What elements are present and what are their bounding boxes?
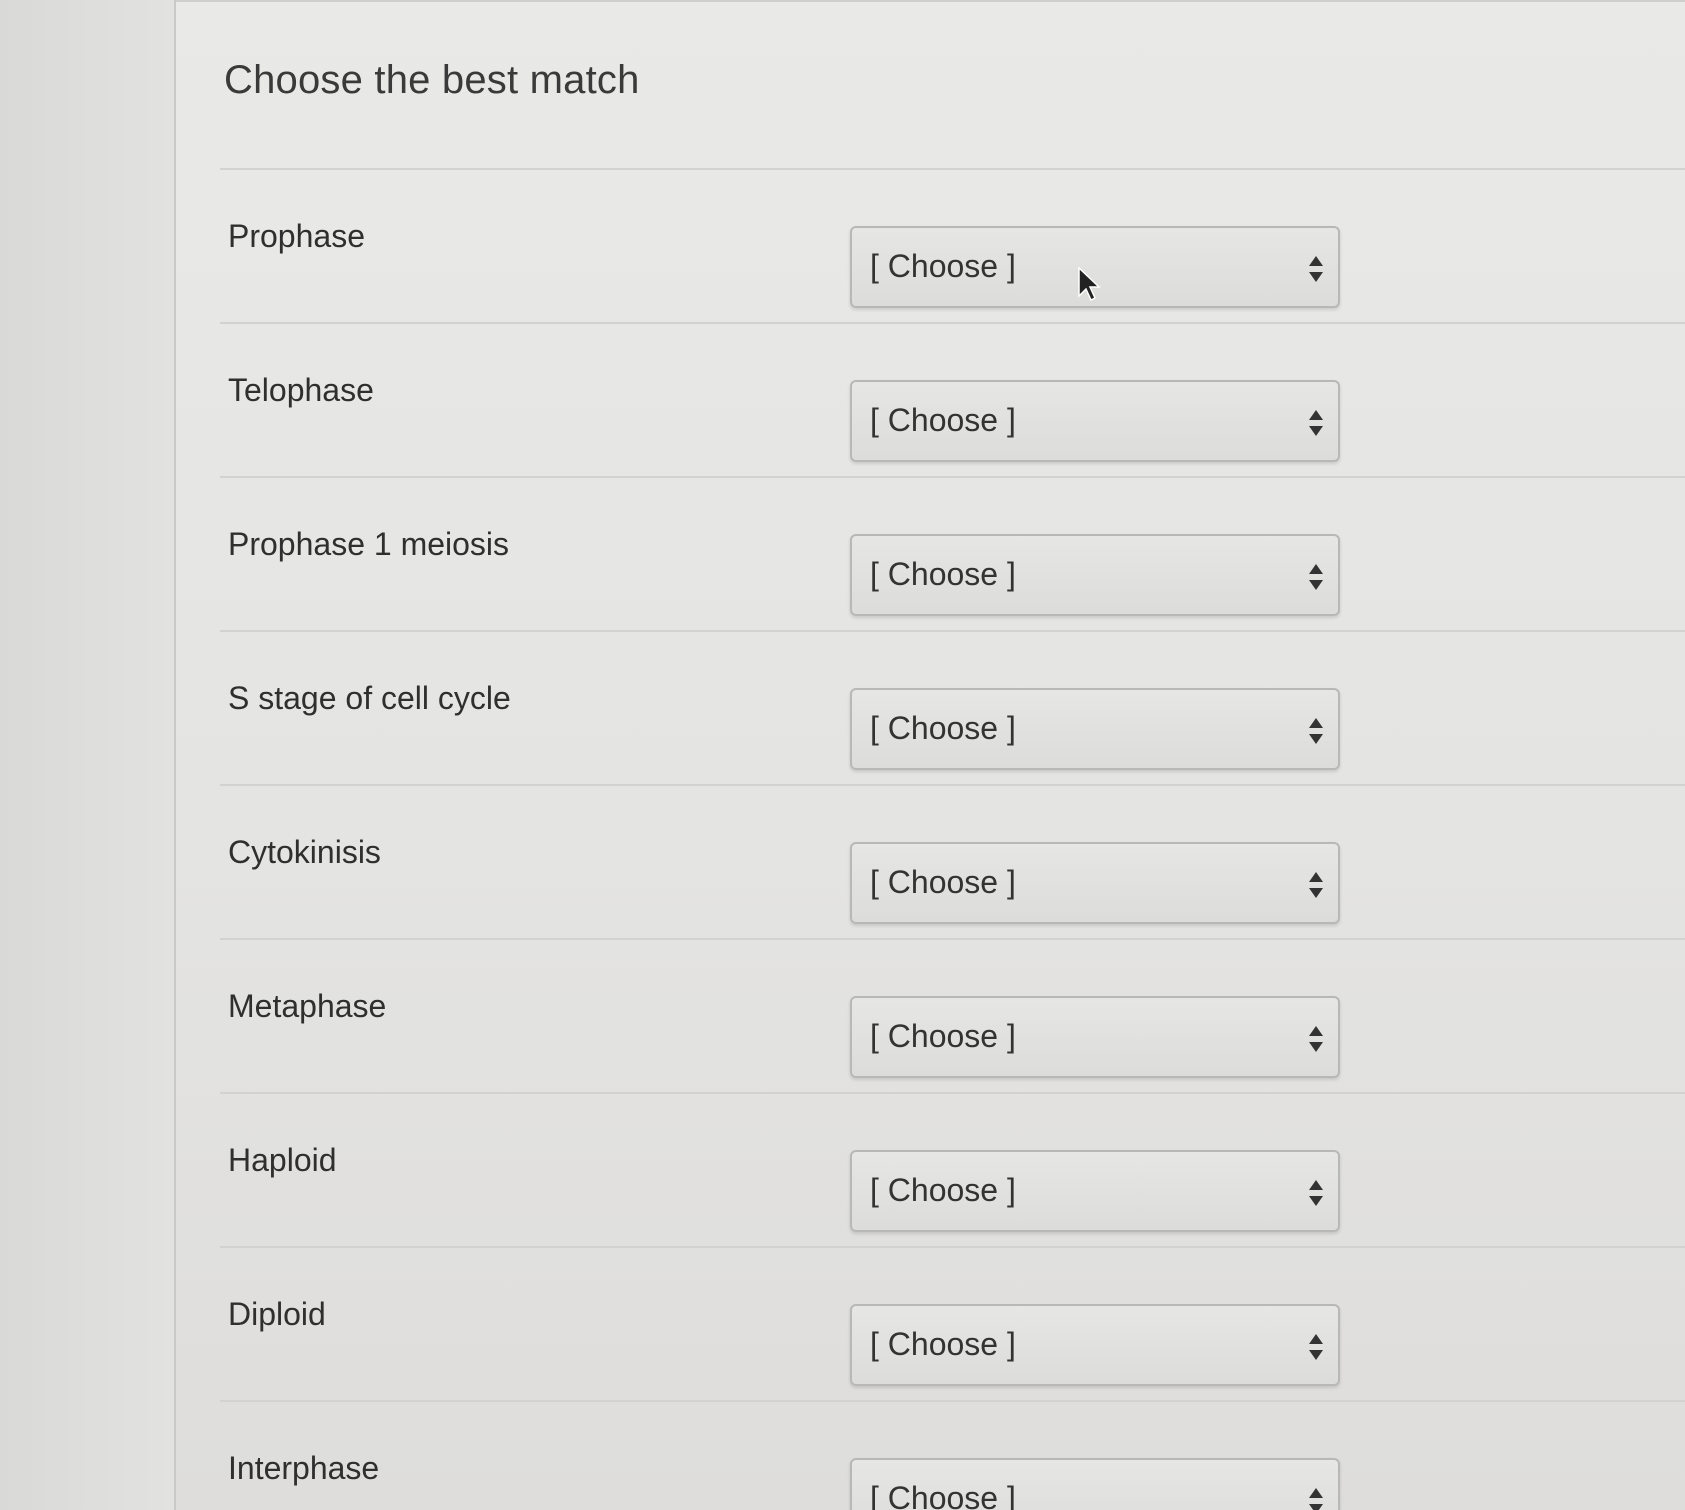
sort-arrows-icon [1309,256,1323,282]
select-value: [ Choose ] [870,1480,1016,1510]
answer-select[interactable]: [ Choose ] [850,688,1340,770]
answer-select[interactable]: [ Choose ] [850,380,1340,462]
sort-arrows-icon [1309,718,1323,744]
sort-arrows-icon [1309,410,1323,436]
select-value: [ Choose ] [870,556,1016,592]
question-title: Choose the best match [224,58,640,102]
select-value: [ Choose ] [870,248,1016,284]
select-value: [ Choose ] [870,1172,1016,1208]
term-label: S stage of cell cycle [228,680,511,716]
left-gutter [0,0,176,1510]
sort-arrows-icon [1309,1026,1323,1052]
question-panel: Choose the best match Prophase [ Choose … [176,0,1685,1510]
sort-arrows-icon [1309,1488,1323,1510]
answer-select[interactable]: [ Choose ] [850,996,1340,1078]
term-label: Prophase [228,218,365,254]
select-value: [ Choose ] [870,1326,1016,1362]
select-value: [ Choose ] [870,864,1016,900]
match-row: Prophase [ Choose ] [220,168,1685,322]
term-label: Metaphase [228,988,387,1024]
match-row: Prophase 1 meiosis [ Choose ] [220,476,1685,630]
match-list: Prophase [ Choose ] Telophase [ Choose ] [220,168,1685,1510]
answer-select[interactable]: [ Choose ] [850,534,1340,616]
match-row: Diploid [ Choose ] [220,1246,1685,1400]
answer-select[interactable]: [ Choose ] [850,842,1340,924]
top-divider [176,0,1685,2]
screen: Choose the best match Prophase [ Choose … [0,0,1685,1510]
match-row: Interphase [ Choose ] [220,1400,1685,1510]
sort-arrows-icon [1309,872,1323,898]
sort-arrows-icon [1309,564,1323,590]
match-row: S stage of cell cycle [ Choose ] [220,630,1685,784]
term-label: Cytokinisis [228,834,381,870]
match-row: Cytokinisis [ Choose ] [220,784,1685,938]
match-row: Telophase [ Choose ] [220,322,1685,476]
select-value: [ Choose ] [870,402,1016,438]
term-label: Haploid [228,1142,337,1178]
mouse-cursor-icon [1078,266,1101,302]
term-label: Telophase [228,372,374,408]
sort-arrows-icon [1309,1180,1323,1206]
select-value: [ Choose ] [870,710,1016,746]
answer-select[interactable]: [ Choose ] [850,1458,1340,1510]
term-label: Prophase 1 meiosis [228,526,510,562]
answer-select[interactable]: [ Choose ] [850,1304,1340,1386]
answer-select[interactable]: [ Choose ] [850,1150,1340,1232]
select-value: [ Choose ] [870,1018,1016,1054]
term-label: Interphase [228,1450,380,1486]
match-row: Metaphase [ Choose ] [220,938,1685,1092]
match-row: Haploid [ Choose ] [220,1092,1685,1246]
term-label: Diploid [228,1296,326,1332]
sort-arrows-icon [1309,1334,1323,1360]
